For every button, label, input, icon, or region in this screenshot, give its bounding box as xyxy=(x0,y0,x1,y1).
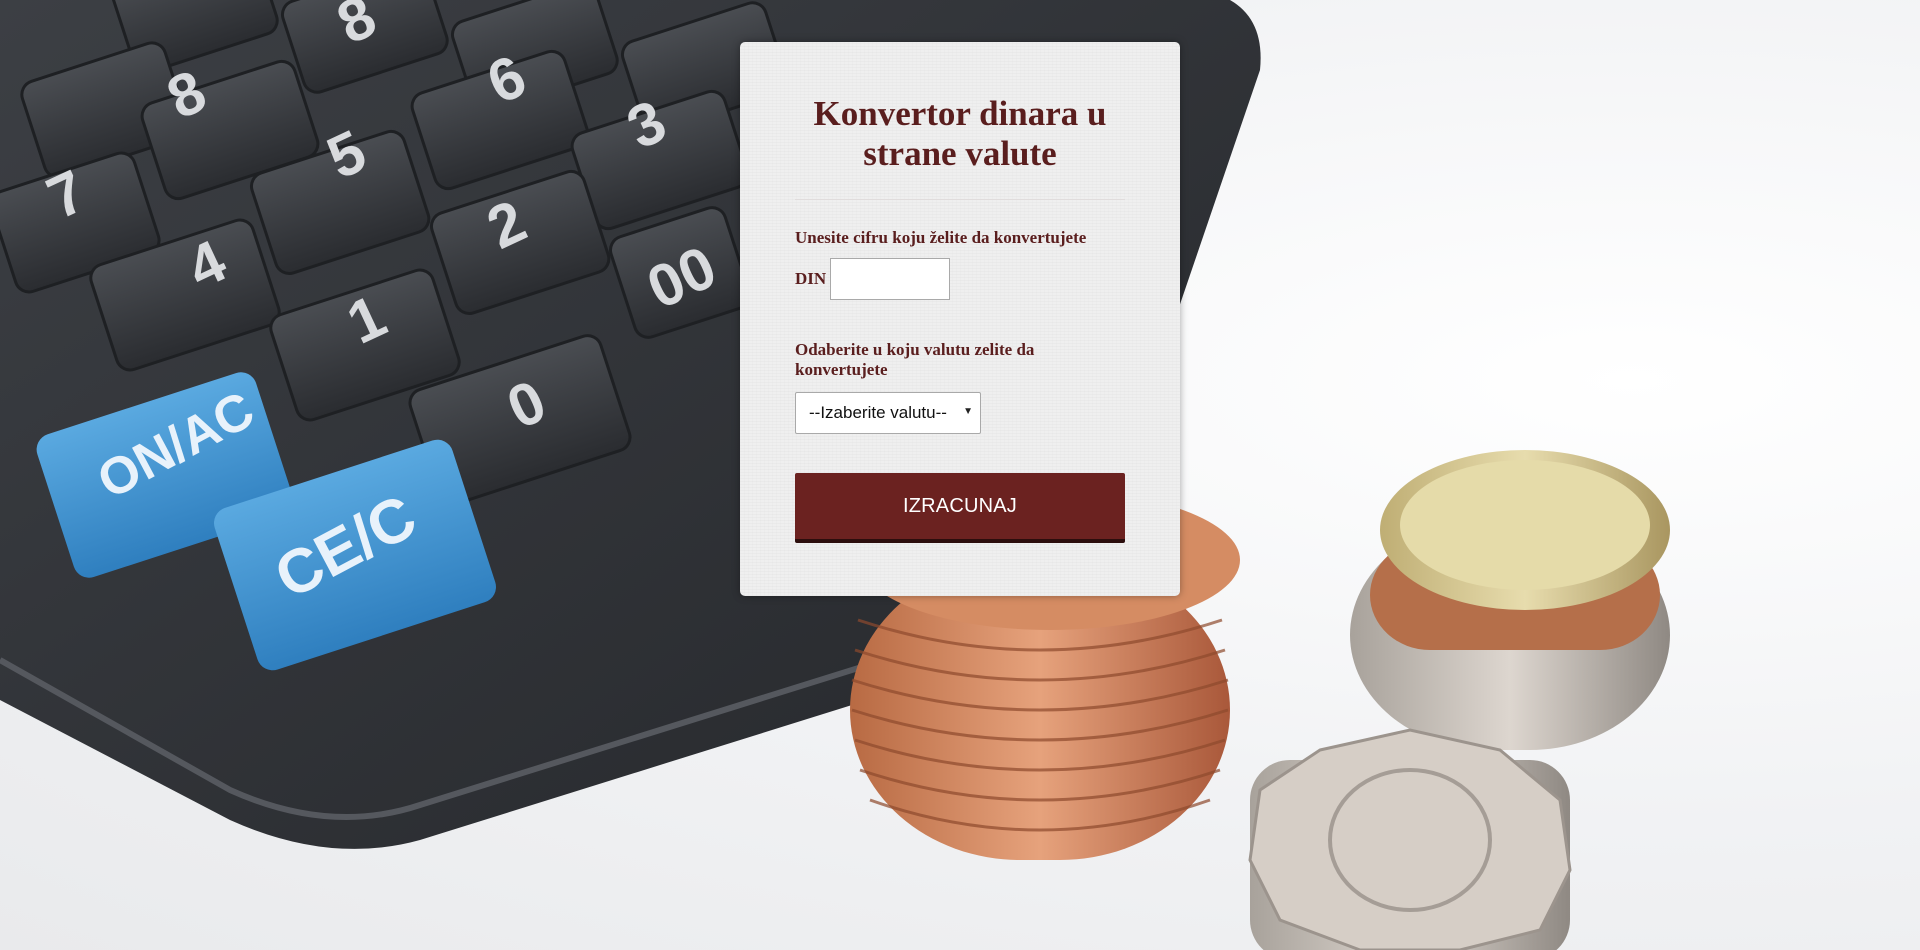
currency-select-value: --Izaberite valutu-- xyxy=(809,403,947,422)
currency-label: Odaberite u koju valutu zelite da konver… xyxy=(795,340,1035,379)
converter-card: Konvertor dinara u strane valute Unesite… xyxy=(740,42,1180,596)
amount-label: Unesite cifru koju želite da konvertujet… xyxy=(795,228,1087,247)
page-title: Konvertor dinara u strane valute xyxy=(813,94,1107,173)
caret-down-icon: ▼ xyxy=(963,406,973,417)
amount-row: DIN xyxy=(795,258,1125,300)
calculate-button[interactable]: IZRACUNAJ xyxy=(795,473,1125,543)
din-prefix-label: DIN xyxy=(795,269,827,288)
amount-input[interactable] xyxy=(830,258,951,300)
title-divider xyxy=(795,199,1125,200)
currency-select[interactable]: --Izaberite valutu-- ▼ xyxy=(795,392,981,434)
